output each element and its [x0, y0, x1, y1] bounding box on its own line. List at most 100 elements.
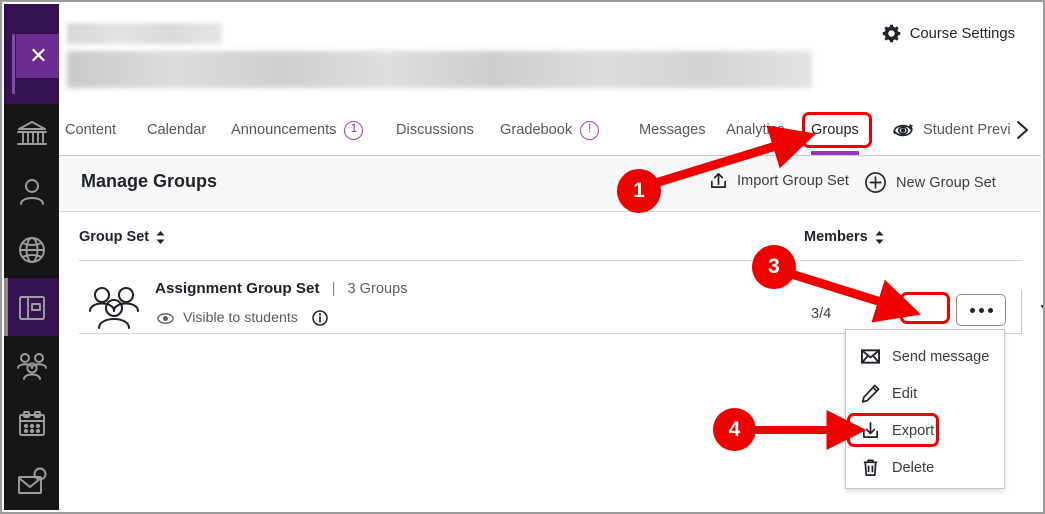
student-preview-icon: [893, 123, 914, 136]
menu-item-label: Delete: [892, 459, 935, 476]
tab-calendar[interactable]: Calendar: [147, 105, 206, 155]
nav-item-tools[interactable]: [4, 504, 59, 512]
plus-circle-icon: [865, 172, 886, 193]
close-button[interactable]: ✕: [16, 34, 61, 78]
tab-discussions[interactable]: Discussions: [396, 105, 474, 155]
menu-item-delete[interactable]: Delete: [846, 449, 1006, 486]
trash-icon: [863, 459, 878, 476]
tab-label: Calendar: [147, 122, 207, 138]
page-title: Manage Groups: [81, 171, 218, 191]
sort-updown-icon: [875, 230, 884, 244]
tab-active-underline: [811, 151, 859, 155]
close-icon: ✕: [29, 43, 48, 68]
menu-item-label: Edit: [892, 385, 918, 402]
menu-item-label: Export: [892, 422, 935, 439]
tab-label: Messages: [639, 122, 706, 138]
column-header-group-set[interactable]: Group Set: [79, 229, 166, 245]
menu-item-label: Send message: [892, 348, 990, 365]
chevron-right-icon: [1017, 121, 1028, 139]
members-value: 3/4: [811, 306, 832, 322]
table-header-divider: [79, 260, 1022, 261]
tab-groups[interactable]: Groups: [811, 105, 859, 155]
step-badge-3: 3: [752, 245, 796, 289]
course-header: Course Settings: [59, 4, 1041, 105]
new-group-set-button[interactable]: New Group Set: [864, 171, 996, 194]
redacted-breadcrumb: [67, 23, 222, 44]
announcements-badge: 1: [344, 120, 364, 140]
visibility-label: Visible to students: [183, 310, 298, 326]
group-count-label: 3 Groups: [347, 280, 408, 297]
group-set-name: Assignment Group Set: [155, 280, 320, 297]
bank-icon: [17, 121, 47, 145]
tab-label: Gradebook: [500, 122, 573, 138]
chevron-down-icon: [1040, 304, 1043, 309]
envelope-icon: [861, 349, 880, 364]
row-options-button[interactable]: [956, 294, 1006, 326]
nav-item-courses[interactable]: [4, 278, 59, 336]
row-separator: |: [331, 280, 336, 297]
kebab-dot: [969, 307, 975, 313]
nav-item-groups[interactable]: [4, 336, 59, 394]
column-header-members[interactable]: Members: [804, 229, 885, 245]
tab-gradebook[interactable]: Gradebook !: [500, 105, 600, 155]
globe-icon: [19, 237, 45, 263]
menu-item-send-message[interactable]: Send message: [846, 338, 1006, 375]
group-people-icon: [88, 286, 140, 330]
tab-announcements[interactable]: Announcements 1: [231, 105, 364, 155]
kebab-dot: [987, 307, 993, 313]
courses-icon: [19, 296, 45, 320]
manage-groups-toolbar: Manage Groups Import Group Set New Group…: [59, 156, 1041, 212]
new-group-set-label: New Group Set: [896, 174, 996, 191]
nav-item-profile[interactable]: [4, 162, 59, 220]
course-settings-button[interactable]: Course Settings: [882, 24, 1015, 43]
download-box-icon: [862, 422, 879, 439]
step-badge-1: 1: [617, 169, 661, 213]
tab-label: Announcements: [231, 122, 337, 138]
import-group-set-button[interactable]: Import Group Set: [709, 171, 849, 190]
table-row[interactable]: Assignment Group Set | 3 Groups: [155, 280, 408, 297]
nav-item-explore[interactable]: [4, 220, 59, 278]
person-icon: [20, 179, 44, 205]
column-header-label: Group Set: [79, 229, 150, 245]
nav-item-calendar[interactable]: [4, 394, 59, 452]
global-nav-header: ✕: [4, 4, 61, 104]
gradebook-alert-badge: !: [580, 120, 600, 140]
eye-icon: [157, 312, 174, 324]
global-navigation-sidebar: ✕: [4, 4, 61, 510]
gear-icon: [882, 24, 900, 43]
course-settings-label: Course Settings: [909, 25, 1015, 42]
tab-label: Discussions: [396, 122, 474, 138]
nav-item-messages[interactable]: [4, 452, 59, 510]
course-tab-bar: Content Calendar Announcements 1 Discuss…: [59, 105, 1041, 156]
tab-student-preview[interactable]: Student Previ: [891, 105, 1011, 155]
sort-updown-icon: [156, 230, 165, 244]
menu-item-edit[interactable]: Edit: [846, 375, 1006, 412]
calendar-icon: [19, 411, 45, 436]
kebab-dot: [978, 307, 984, 313]
row-group-icon: [86, 285, 141, 335]
tab-label: Groups: [811, 122, 859, 138]
nav-item-institution[interactable]: [4, 104, 59, 162]
mail-icon: [18, 467, 47, 494]
tab-overflow-next-button[interactable]: [1014, 119, 1031, 146]
row-action-divider: [1021, 290, 1022, 332]
step-badge-4: 4: [713, 408, 756, 451]
info-icon[interactable]: [312, 310, 328, 326]
tab-label: Content: [65, 122, 117, 138]
app-window: ✕ Course Settings Content Calendar Annou…: [0, 0, 1045, 514]
tab-label: Analytics: [726, 122, 785, 138]
redacted-course-title: [67, 51, 812, 88]
group-visibility: Visible to students: [157, 310, 328, 326]
row-options-menu: Send message Edit Export Delete: [845, 329, 1005, 489]
pencil-icon: [861, 384, 880, 403]
tab-messages[interactable]: Messages: [639, 105, 706, 155]
tab-analytics[interactable]: Analytics: [726, 105, 784, 155]
menu-item-export[interactable]: Export: [846, 412, 1006, 449]
tab-content[interactable]: Content: [65, 105, 116, 155]
upload-icon: [710, 172, 727, 189]
column-header-label: Members: [804, 229, 868, 245]
tab-label: Student Previ: [923, 122, 1011, 138]
row-expand-button[interactable]: [1030, 294, 1043, 326]
import-group-set-label: Import Group Set: [737, 172, 849, 189]
people-icon: [17, 353, 47, 380]
